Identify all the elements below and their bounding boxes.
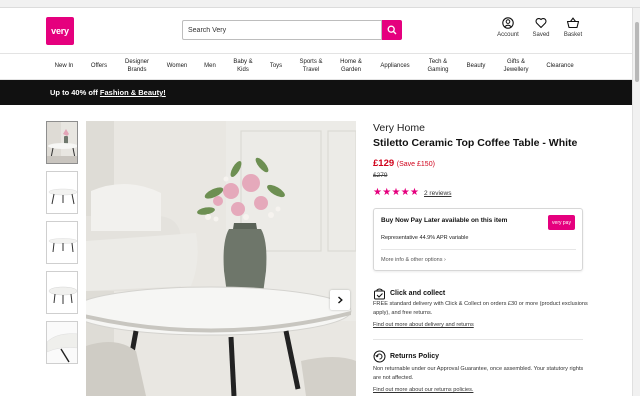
basket-icon <box>566 17 580 29</box>
basket-link[interactable]: Basket <box>556 17 590 38</box>
nav-tech-gaming[interactable]: Tech & Gaming <box>420 54 456 79</box>
promo-text: Up to 40% off <box>50 88 98 97</box>
image-next-button[interactable] <box>330 290 350 310</box>
returns-title: Returns Policy <box>390 353 440 360</box>
bnpl-title: Buy Now Pay Later available on this item <box>381 217 508 224</box>
delivery-returns-link[interactable]: Find out more about delivery and returns <box>373 322 474 328</box>
returns-link[interactable]: Find out more about our returns policies… <box>373 387 473 393</box>
bnpl-divider <box>381 249 576 250</box>
saved-link[interactable]: Saved <box>524 17 558 38</box>
returns-icon <box>373 350 386 363</box>
saving-text: (Save £150) <box>396 161 435 168</box>
nav-women[interactable]: Women <box>160 54 194 79</box>
product-brand[interactable]: Very Home <box>373 122 425 134</box>
section-divider <box>373 339 583 340</box>
nav-clearance[interactable]: Clearance <box>540 54 580 79</box>
main-product-image[interactable] <box>86 121 356 396</box>
product-price: £129 (Save £150) <box>373 158 435 169</box>
nav-designer-brands[interactable]: Designer Brands <box>118 54 156 79</box>
product-thumbnail-3[interactable] <box>46 221 78 264</box>
search-icon <box>387 25 397 35</box>
search-input[interactable] <box>182 20 382 40</box>
nav-appliances[interactable]: Appliances <box>373 54 417 79</box>
site-header: very Account Saved Basket <box>0 8 632 53</box>
returns-body: Non returnable under our Approval Guaran… <box>373 366 584 381</box>
very-pay-logo: very pay <box>548 215 575 230</box>
nav-sports-travel[interactable]: Sports & Travel <box>294 54 328 79</box>
nav-gifts-jewellery[interactable]: Gifts & Jewellery <box>496 54 536 79</box>
nav-offers[interactable]: Offers <box>84 54 114 79</box>
bnpl-apr: Representative 44.9% APR variable <box>381 235 469 241</box>
search-button[interactable] <box>382 20 402 40</box>
current-price: £129 <box>373 158 395 169</box>
reviews-link[interactable]: 2 reviews <box>424 190 451 197</box>
product-thumbnail-2[interactable] <box>46 171 78 214</box>
account-label: Account <box>497 32 519 38</box>
rating-stars: ★★★★★ <box>373 187 420 198</box>
product-thumbnail-4[interactable] <box>46 271 78 314</box>
promo-link[interactable]: Fashion & Beauty! <box>100 88 166 97</box>
chevron-right-icon <box>338 296 343 304</box>
saved-label: Saved <box>532 32 550 38</box>
category-nav: New In Offers Designer Brands Women Men … <box>0 53 632 80</box>
basket-label: Basket <box>563 32 583 38</box>
nav-men[interactable]: Men <box>197 54 223 79</box>
nav-new-in[interactable]: New In <box>50 54 78 79</box>
bookmarks-bar: Social pagesADP PagesTirri StakeholdersA… <box>0 0 640 8</box>
nav-home-garden[interactable]: Home & Garden <box>333 54 369 79</box>
page-scrollbar[interactable] <box>632 8 640 396</box>
promo-banner: Up to 40% off Fashion & Beauty! <box>0 80 632 105</box>
bnpl-more-link[interactable]: More info & other options › <box>381 257 446 263</box>
nav-baby-kids[interactable]: Baby & Kids <box>228 54 258 79</box>
account-link[interactable]: Account <box>491 17 525 38</box>
bnpl-box: Buy Now Pay Later available on this item… <box>373 208 583 271</box>
product-title: Stiletto Ceramic Top Coffee Table - Whit… <box>373 137 578 149</box>
scrollbar-thumb[interactable] <box>635 22 639 82</box>
click-collect-body: FREE standard delivery with Click & Coll… <box>373 301 588 316</box>
click-collect-title: Click and collect <box>390 290 446 297</box>
nav-toys[interactable]: Toys <box>262 54 290 79</box>
very-logo[interactable]: very <box>46 17 74 45</box>
product-thumbnail-5[interactable] <box>46 321 78 364</box>
account-icon <box>502 17 514 29</box>
nav-beauty[interactable]: Beauty <box>460 54 492 79</box>
bnpl-more-label: More info & other options <box>381 257 443 263</box>
was-price: £279 <box>373 172 388 179</box>
heart-icon <box>535 17 547 29</box>
chevron-right-icon: › <box>443 257 446 263</box>
product-thumbnail-1[interactable] <box>46 121 78 164</box>
